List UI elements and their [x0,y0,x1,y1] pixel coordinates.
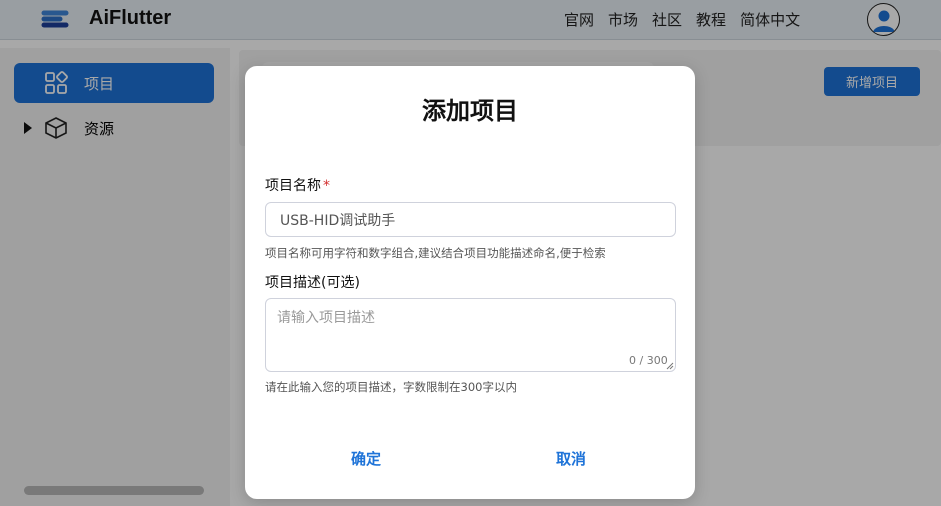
desc-char-counter: 0 / 300 [629,354,668,367]
project-desc-label: 项目描述(可选) [265,275,360,291]
dialog-title: 添加项目 [422,97,518,125]
confirm-button[interactable]: 确定 [351,448,381,469]
add-project-dialog: 添加项目 项目名称* 项目名称可用字符和数字组合,建议结合项目功能描述命名,便于… [245,66,695,499]
project-desc-textarea[interactable] [265,298,676,372]
required-mark: * [323,178,330,194]
project-name-help: 项目名称可用字符和数字组合,建议结合项目功能描述命名,便于检索 [265,246,606,260]
project-name-label-text: 项目名称 [265,178,321,194]
project-desc-help: 请在此输入您的项目描述，字数限制在300字以内 [265,380,517,394]
project-name-label: 项目名称 * [265,175,330,195]
resize-grip-icon[interactable] [666,362,674,370]
cancel-button[interactable]: 取消 [556,448,586,469]
project-name-input[interactable] [265,202,676,237]
